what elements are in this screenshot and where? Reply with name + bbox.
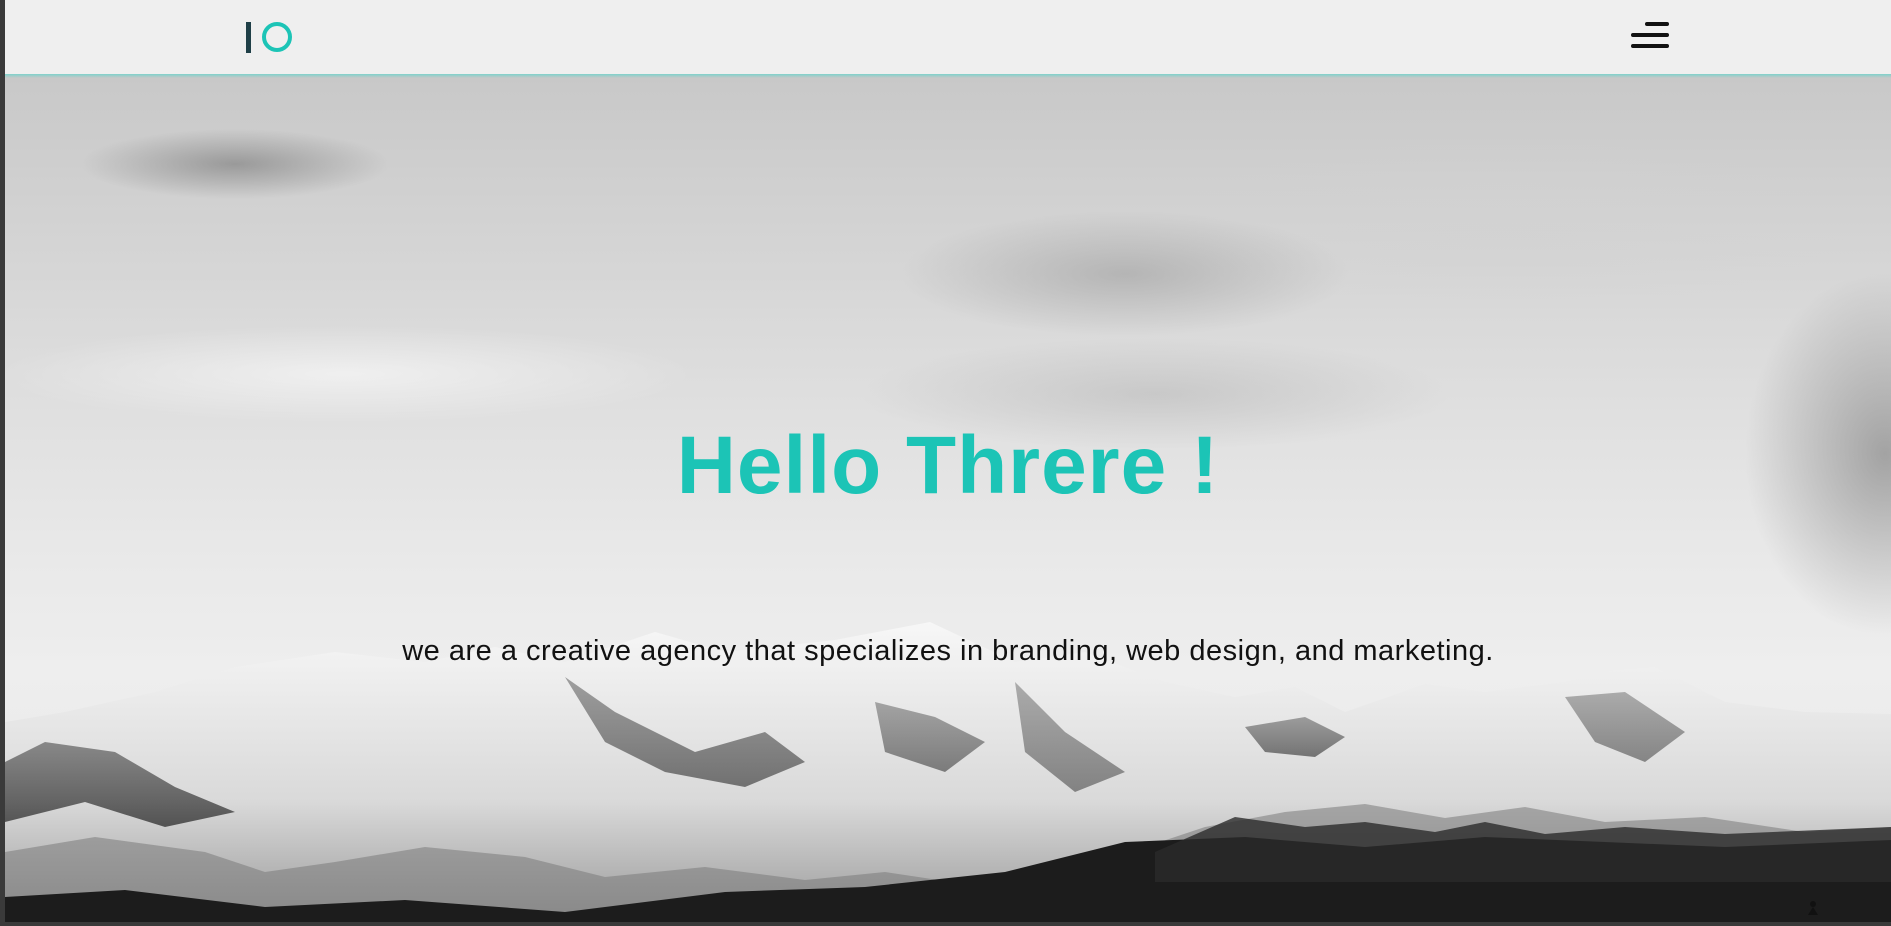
- menu-line: [1631, 44, 1669, 48]
- navbar-divider: [5, 74, 1891, 78]
- menu-line: [1631, 33, 1669, 37]
- logo-link[interactable]: [246, 20, 292, 54]
- figure-icon: [1808, 901, 1818, 915]
- navbar: [5, 0, 1891, 74]
- menu-line: [1645, 22, 1669, 26]
- page: Hello Threre ! we are a creative agency …: [5, 0, 1891, 922]
- hero-section: Hello Threre ! we are a creative agency …: [5, 74, 1891, 922]
- hero-title: Hello Threre !: [676, 420, 1220, 511]
- logo-bar-icon: [246, 21, 251, 53]
- logo-ring-icon: [262, 22, 292, 52]
- hero-subtitle: we are a creative agency that specialize…: [402, 635, 1494, 667]
- hamburger-menu-icon[interactable]: [1628, 20, 1672, 50]
